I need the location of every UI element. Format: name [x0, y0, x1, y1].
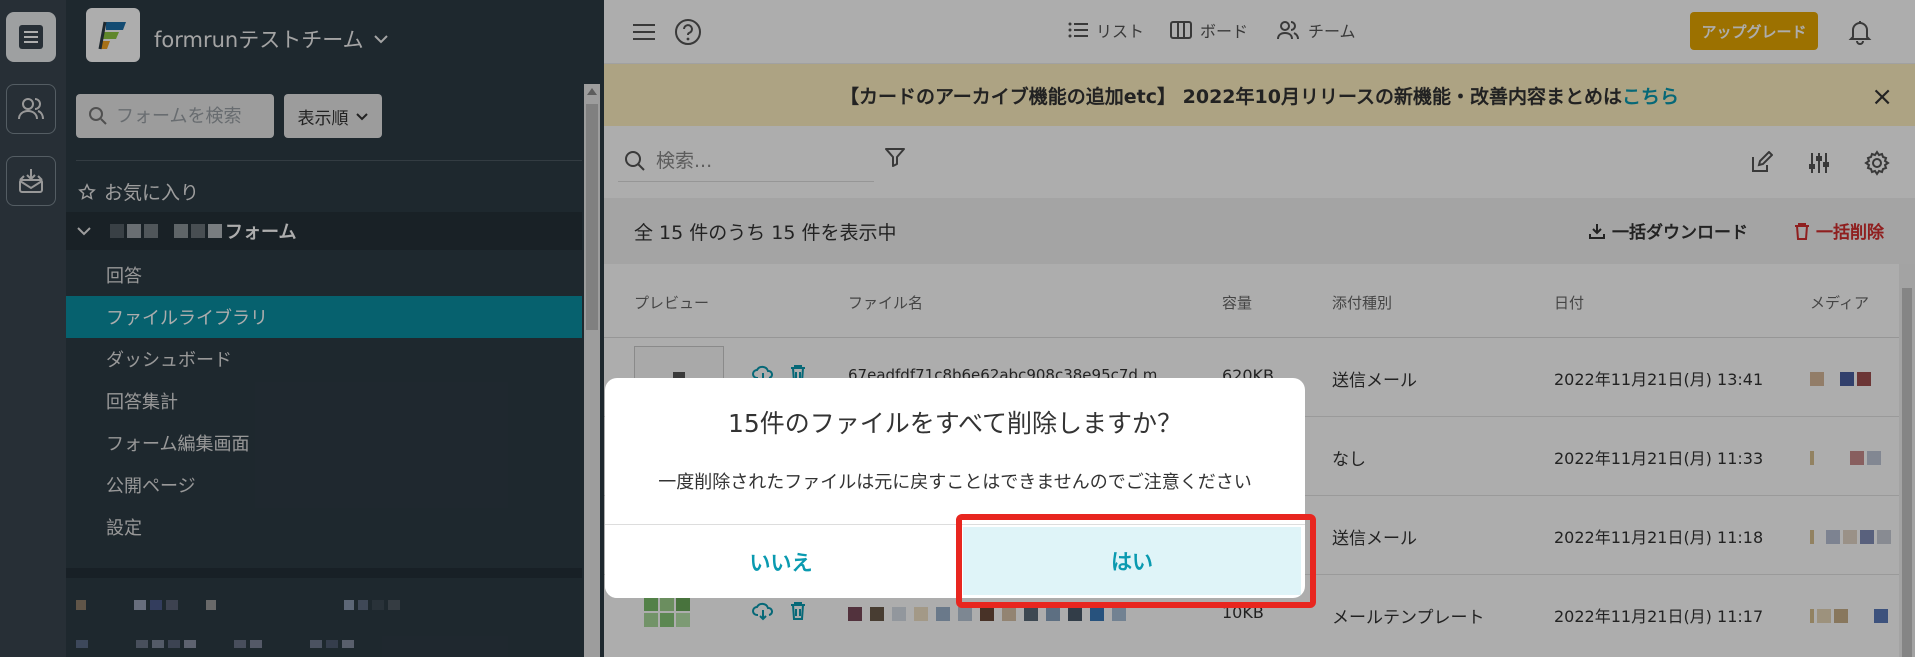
dialog-actions: いいえ はい	[605, 524, 1305, 598]
cancel-button[interactable]: いいえ	[605, 525, 957, 598]
confirm-button[interactable]: はい	[963, 527, 1301, 595]
dialog-title: 15件のファイルをすべて削除しますか？	[727, 409, 1183, 438]
delete-confirm-dialog: 15件のファイルをすべて削除しますか？ 一度削除されたファイルは元に戻すことはで…	[605, 378, 1305, 598]
dialog-message: 一度削除されたファイルは元に戻すことはできませんのでご注意ください	[658, 472, 1252, 493]
